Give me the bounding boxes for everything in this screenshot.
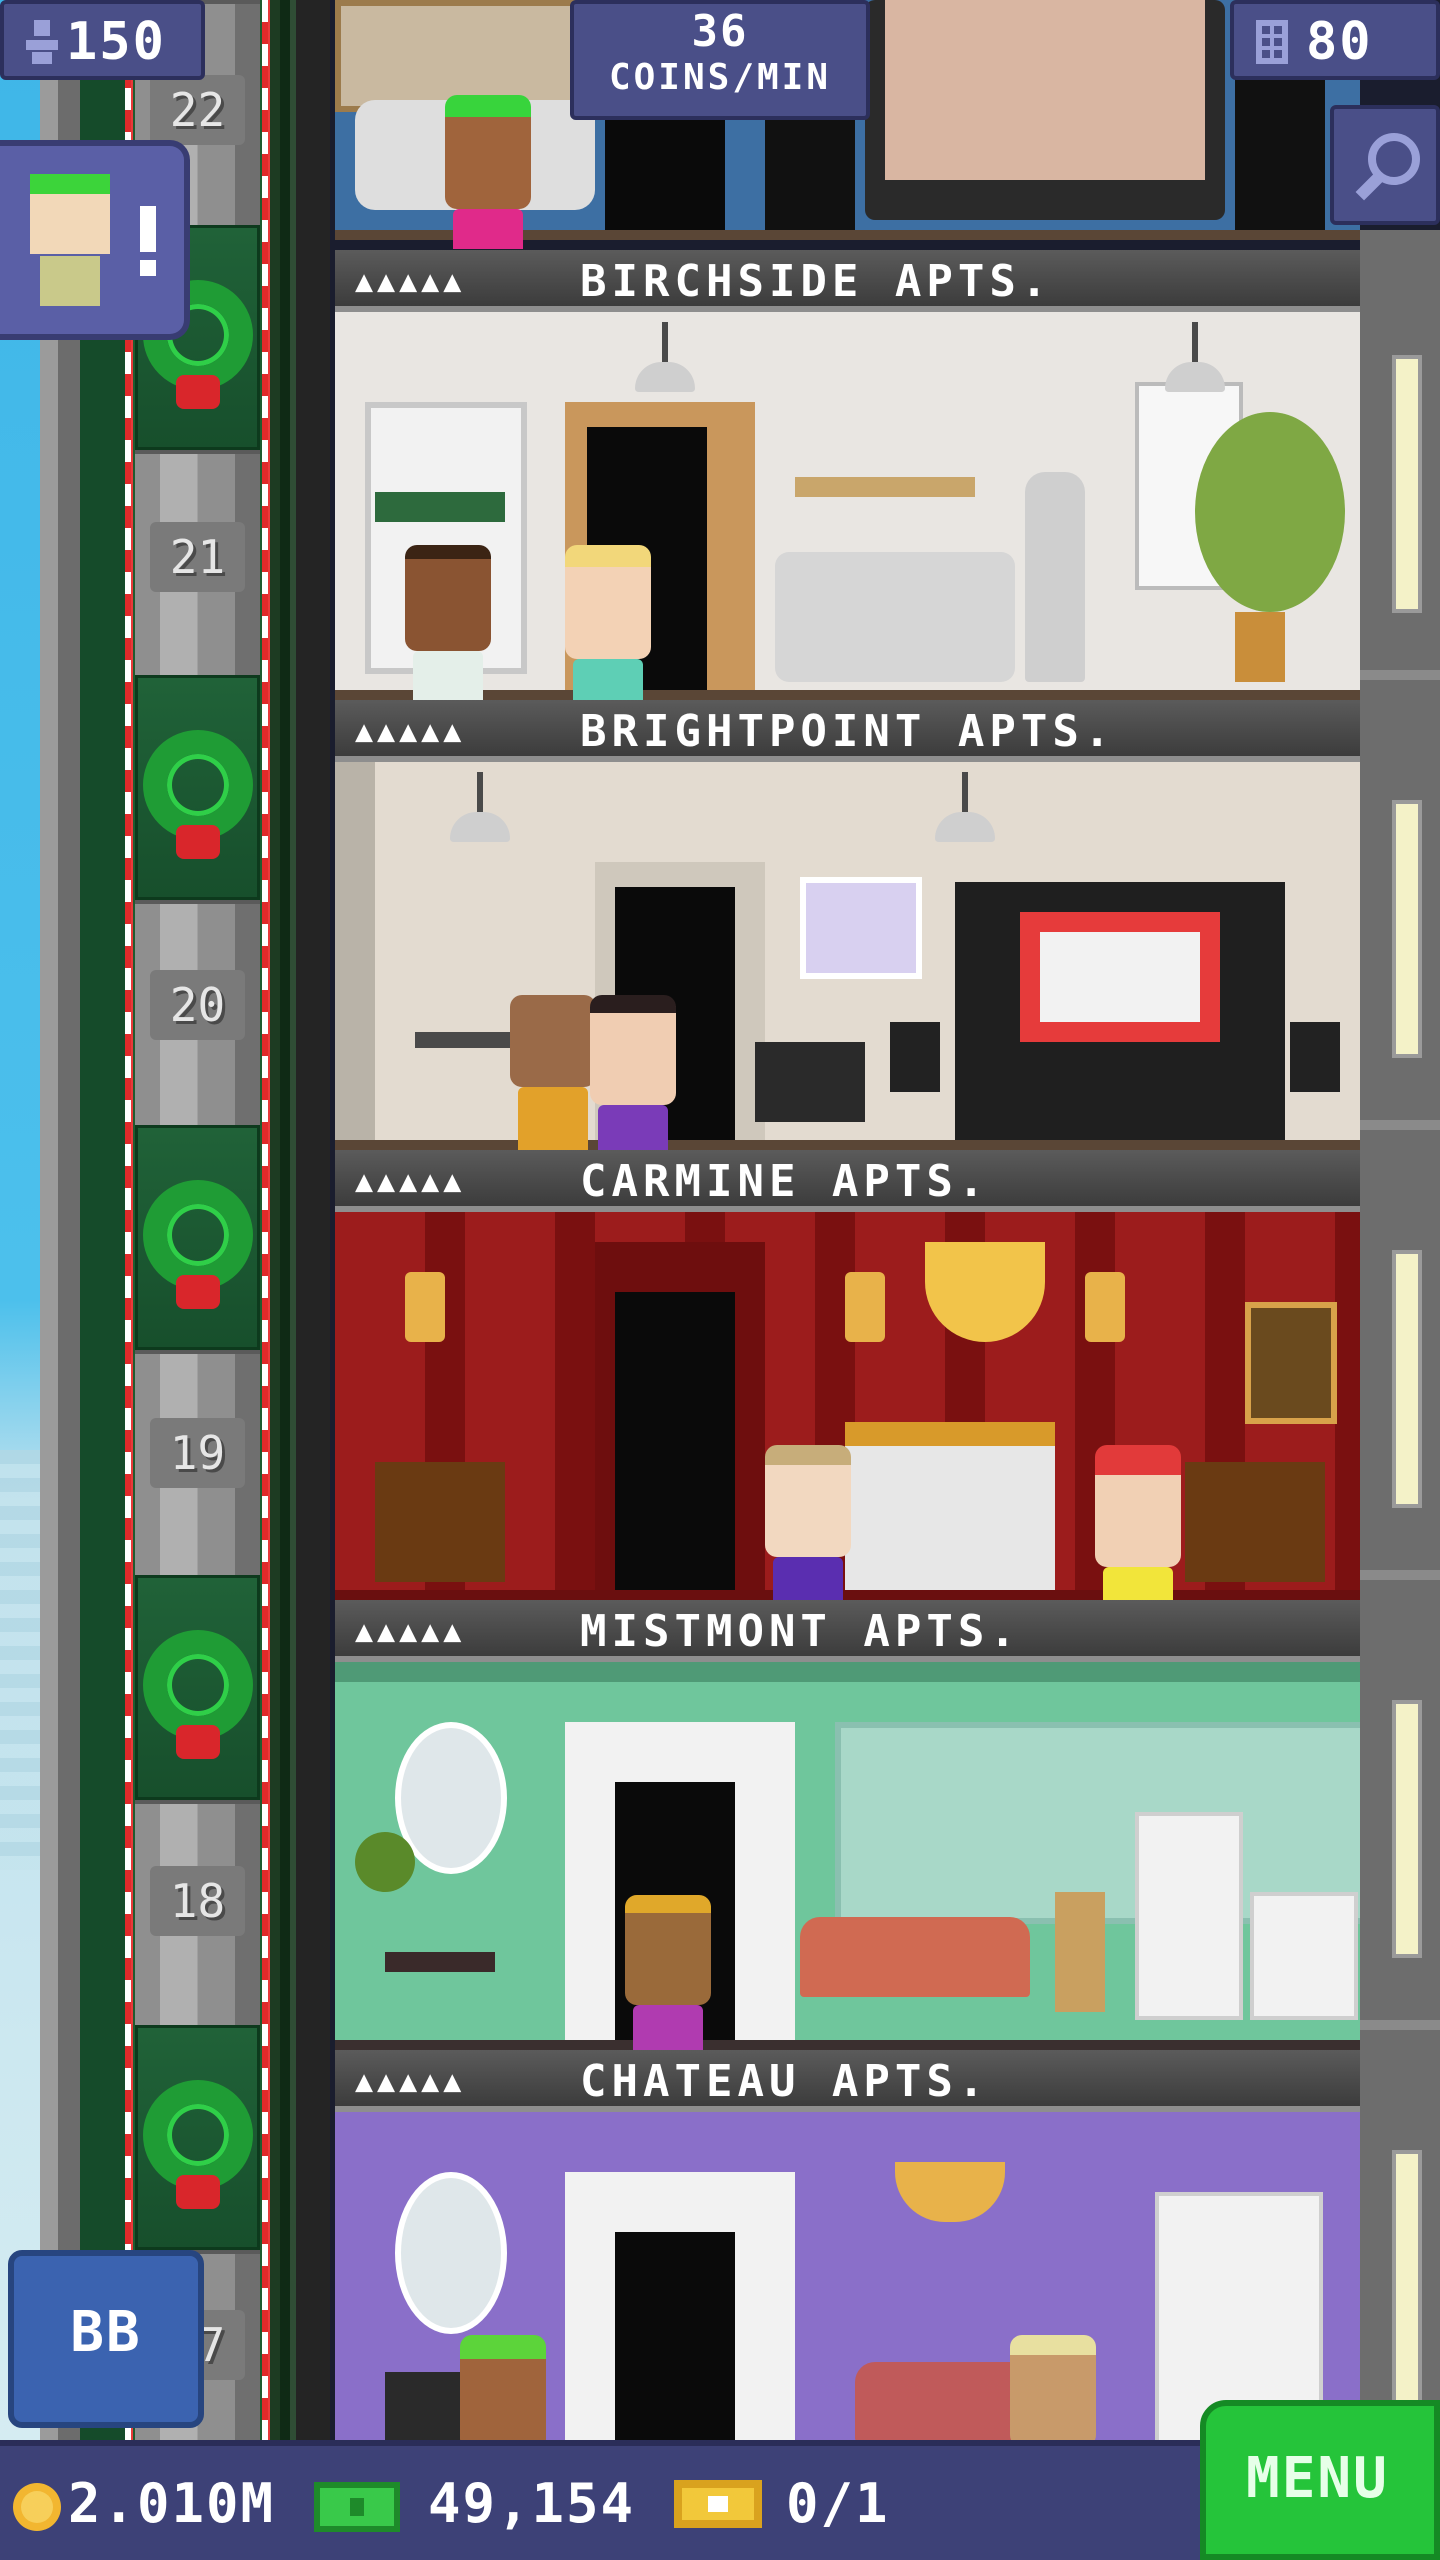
bux-value: 49,154 (428, 2472, 636, 2535)
elevator-floor-number: 19 (150, 1418, 245, 1488)
building-window (1392, 1700, 1422, 1958)
building-window (1392, 355, 1422, 613)
occupancy-indicator: ▲▲▲▲▲ (355, 714, 466, 749)
banknote-icon (312, 2476, 402, 2540)
floor-label-mistmont[interactable]: ▲▲▲▲▲ MISTMONT APTS. (335, 1600, 1360, 1662)
menu-button[interactable]: MENU (1200, 2400, 1440, 2560)
floor-count-counter[interactable]: 80 (1230, 0, 1440, 80)
wreath-icon (143, 1180, 253, 1290)
resident-avatar (30, 174, 110, 254)
coins-rate-value: 36 (691, 6, 749, 57)
wreath-icon (143, 2080, 253, 2190)
coins-value: 2.010M (68, 2472, 276, 2535)
room-brightpoint[interactable] (335, 762, 1360, 1150)
tickets-value: 0/1 (786, 2472, 890, 2535)
resident[interactable] (510, 995, 596, 1157)
resident[interactable] (445, 95, 531, 249)
resident[interactable] (405, 545, 491, 721)
bitbook-button[interactable]: BB (8, 2250, 204, 2428)
floor-name: CHATEAU APTS. (580, 2056, 990, 2107)
wreath-icon (143, 1630, 253, 1740)
elevator-floor-number: 21 (150, 522, 245, 592)
ticket-icon (672, 2476, 764, 2536)
coins-rate-unit: COINS/MIN (608, 57, 832, 98)
building-icon (1252, 18, 1292, 66)
person-icon (22, 18, 62, 66)
menu-label: MENU (1246, 2446, 1389, 2511)
room-mistmont[interactable] (335, 1662, 1360, 2050)
building-left-wall (40, 0, 130, 2560)
elevator-floor-number: 20 (150, 970, 245, 1040)
floor-label-chateau[interactable]: ▲▲▲▲▲ CHATEAU APTS. (335, 2050, 1360, 2112)
floor-label-birchside[interactable]: ▲▲▲▲▲ BIRCHSIDE APTS. (335, 250, 1360, 312)
building-window (1392, 1250, 1422, 1508)
floor-name: MISTMONT APTS. (580, 1606, 1021, 1657)
elevator-cable-left (125, 0, 131, 2440)
floor-name: BRIGHTPOINT APTS. (580, 706, 1116, 757)
floor-label-carmine[interactable]: ▲▲▲▲▲ CARMINE APTS. (335, 1150, 1360, 1212)
distant-city (0, 1450, 45, 1870)
bow-icon (176, 825, 220, 859)
resident-notification-button[interactable] (0, 140, 190, 340)
floor-count-value: 80 (1306, 12, 1373, 72)
coin-icon (10, 2480, 64, 2538)
bow-icon (176, 375, 220, 409)
resident[interactable] (625, 1895, 711, 2075)
floor-label-brightpoint[interactable]: ▲▲▲▲▲ BRIGHTPOINT APTS. (335, 700, 1360, 762)
building-window (1392, 2150, 1422, 2408)
coins-rate-panel: 36 COINS/MIN (570, 0, 870, 120)
bitbook-label: BB (70, 2300, 142, 2365)
bow-icon (176, 1275, 220, 1309)
alert-icon (140, 206, 156, 276)
floor-name: CARMINE APTS. (580, 1156, 990, 1207)
building-window (1392, 800, 1422, 1058)
floor-name: BIRCHSIDE APTS. (580, 256, 1053, 307)
elevator-cable-right (262, 0, 268, 2440)
resident[interactable] (590, 995, 676, 1175)
elevator-floor-number: 22 (150, 75, 245, 145)
occupancy-indicator: ▲▲▲▲▲ (355, 1614, 466, 1649)
occupancy-indicator: ▲▲▲▲▲ (355, 1164, 466, 1199)
bow-icon (176, 1725, 220, 1759)
search-button[interactable] (1330, 105, 1440, 225)
magnifier-icon (1350, 129, 1426, 209)
occupancy-indicator: ▲▲▲▲▲ (355, 2064, 466, 2099)
wreath-icon (143, 730, 253, 840)
population-counter[interactable]: 150 (0, 0, 205, 80)
occupancy-indicator: ▲▲▲▲▲ (355, 264, 466, 299)
elevator-rail (270, 0, 330, 2440)
bow-icon (176, 2175, 220, 2209)
elevator-floor-number: 18 (150, 1866, 245, 1936)
population-value: 150 (66, 12, 166, 72)
